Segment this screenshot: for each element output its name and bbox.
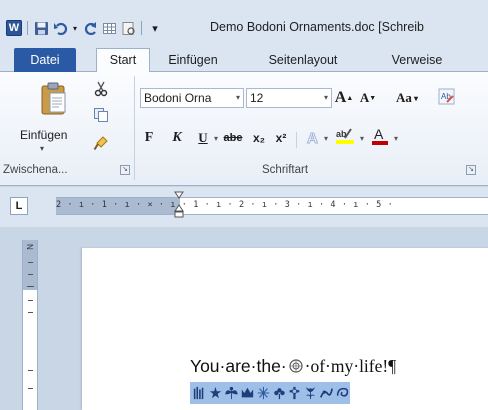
fleuron-ornament-icon: [193, 386, 204, 400]
clear-formatting-button[interactable]: Ab: [436, 87, 458, 107]
font-launcher-icon[interactable]: ↘: [466, 165, 476, 175]
highlighter-icon: ab: [336, 128, 354, 144]
indent-marker[interactable]: [174, 191, 184, 219]
change-case-button[interactable]: Aa ▾: [392, 88, 422, 108]
text-effects-button[interactable]: A: [304, 127, 324, 147]
ruler-tick: [28, 312, 33, 313]
swirl-ornament-icon: [336, 387, 349, 397]
tab-page-layout[interactable]: Seitenlayout: [258, 49, 348, 72]
tab-insert[interactable]: Einfügen: [160, 49, 226, 72]
font-group-label: Schriftart: [262, 164, 309, 176]
chevron-down-icon: ▾: [323, 93, 328, 102]
redo-icon[interactable]: [82, 20, 98, 36]
window-title: Demo Bodoni Ornaments.doc [Schreib: [210, 20, 424, 34]
format-painter-icon[interactable]: [92, 134, 110, 152]
undo-icon[interactable]: [52, 20, 68, 36]
font-size-select[interactable]: 12 ▾: [246, 88, 332, 108]
flower-ornament-icon: [273, 388, 285, 400]
leaf-ornament-icon: [225, 386, 238, 400]
separator: [296, 132, 297, 148]
ruler-tick: [27, 286, 34, 287]
separator: [141, 21, 142, 35]
ruler-tick: [28, 262, 33, 263]
snowflake-ornament-icon: [257, 386, 269, 400]
shrink-font-label: A: [359, 90, 370, 105]
shrink-font-button[interactable]: A ▼: [358, 88, 378, 108]
font-family-select[interactable]: Bodoni Orna ▾: [140, 88, 244, 108]
subscript-button[interactable]: x₂: [250, 128, 268, 148]
text-run-1: You·are·the·: [190, 356, 287, 376]
cut-icon[interactable]: [92, 80, 110, 98]
paste-dropdown-icon[interactable]: ▾: [40, 144, 44, 153]
bold-button[interactable]: F: [142, 128, 156, 148]
tab-selector-button[interactable]: L: [10, 197, 28, 215]
highlight-dropdown-icon[interactable]: ▾: [358, 128, 366, 148]
ruler-row: L 2 · ı · 1 · ı · ⨯ · ı · 1 · ı · 2 · ı …: [0, 187, 488, 227]
superscript-button[interactable]: x²: [272, 128, 290, 148]
document-line-2-ornaments[interactable]: [190, 382, 350, 404]
underline-dropdown-icon[interactable]: ▾: [212, 128, 220, 148]
paste-icon[interactable]: [40, 82, 68, 116]
text-effects-icon: A: [307, 130, 319, 147]
document-line-1[interactable]: You·are·the· ·of·my·life!¶: [190, 356, 396, 377]
horizontal-ruler[interactable]: 2 · ı · 1 · ı · ⨯ · ı · 1 · ı · 2 · ı · …: [56, 197, 488, 215]
tab-start[interactable]: Start: [96, 48, 150, 72]
font-color-icon: A: [372, 126, 388, 145]
paste-button[interactable]: Einfügen: [20, 128, 67, 142]
caret-down-icon: ▼: [369, 94, 377, 102]
indent-marker-icon: [174, 191, 184, 218]
customize-toolbar-icon[interactable]: ▾: [147, 20, 163, 36]
word-logo-icon[interactable]: W: [6, 20, 22, 36]
ruler-tick: [28, 388, 33, 389]
caret-up-icon: ▲: [346, 94, 354, 102]
clipboard-group-label: Zwischena...: [3, 164, 68, 176]
ruler-tick: [28, 370, 33, 371]
font-color-dropdown-icon[interactable]: ▾: [392, 128, 400, 148]
tulip-ornament-icon: [306, 387, 316, 400]
font-color-button[interactable]: A: [370, 126, 390, 146]
separator: [27, 21, 28, 35]
tab-references[interactable]: Verweise: [382, 49, 452, 72]
star-ornament-icon: [209, 386, 222, 399]
ribbon: Einfügen ▾ Zwischena... ↘ Bodoni Orna ▾ …: [0, 72, 488, 186]
font-size-value: 12: [250, 91, 264, 105]
strikethrough-button[interactable]: abe: [222, 128, 244, 148]
vertical-ruler-number: N: [25, 244, 34, 250]
group-separator: [134, 76, 135, 180]
clear-formatting-icon: Ab: [438, 88, 455, 105]
table-icon[interactable]: [101, 20, 117, 36]
tab-file[interactable]: Datei: [14, 48, 76, 72]
undo-dropdown-icon[interactable]: ▾: [71, 20, 79, 36]
vine-ornament-icon: [320, 388, 334, 398]
svg-text:A: A: [307, 130, 318, 146]
ruler-tick: [28, 274, 33, 275]
highlight-color-button[interactable]: ab: [334, 126, 356, 146]
clipboard-launcher-icon[interactable]: ↘: [120, 165, 130, 175]
print-preview-icon[interactable]: [120, 20, 136, 36]
text-effects-dropdown-icon[interactable]: ▾: [322, 128, 330, 148]
grow-font-button[interactable]: A ▲: [334, 88, 354, 108]
change-case-label: Aa: [396, 90, 412, 105]
chevron-down-icon: ▾: [235, 93, 240, 102]
cross-ornament-icon: [290, 386, 300, 400]
heart-ornament-icon: [287, 358, 305, 374]
svg-text:A: A: [374, 126, 384, 142]
ruler-marks: 2 · ı · 1 · ı · ⨯ · ı · 1 · ı · 2 · ı · …: [56, 200, 394, 210]
chevron-down-icon: ▾: [413, 93, 418, 103]
document-page[interactable]: You·are·the· ·of·my·life!¶: [82, 248, 488, 410]
font-family-value: Bodoni Orna: [144, 91, 212, 105]
copy-icon[interactable]: [92, 106, 110, 124]
crown-ornament-icon: [241, 387, 253, 398]
vertical-ruler[interactable]: N: [22, 240, 38, 410]
ribbon-tabs: Datei Start Einfügen Seitenlayout Verwei…: [0, 44, 488, 72]
ruler-tick: [28, 300, 33, 301]
grow-font-label: A: [334, 89, 347, 106]
text-run-2: ·of·my·life!¶: [304, 356, 397, 376]
title-bar: W ▾ ▾ Demo Bodoni Ornaments.doc [Schreib: [0, 0, 488, 44]
quick-access-toolbar: W ▾ ▾: [6, 18, 163, 38]
underline-button[interactable]: U: [196, 128, 210, 148]
italic-button[interactable]: K: [170, 128, 184, 148]
save-icon[interactable]: [33, 20, 49, 36]
